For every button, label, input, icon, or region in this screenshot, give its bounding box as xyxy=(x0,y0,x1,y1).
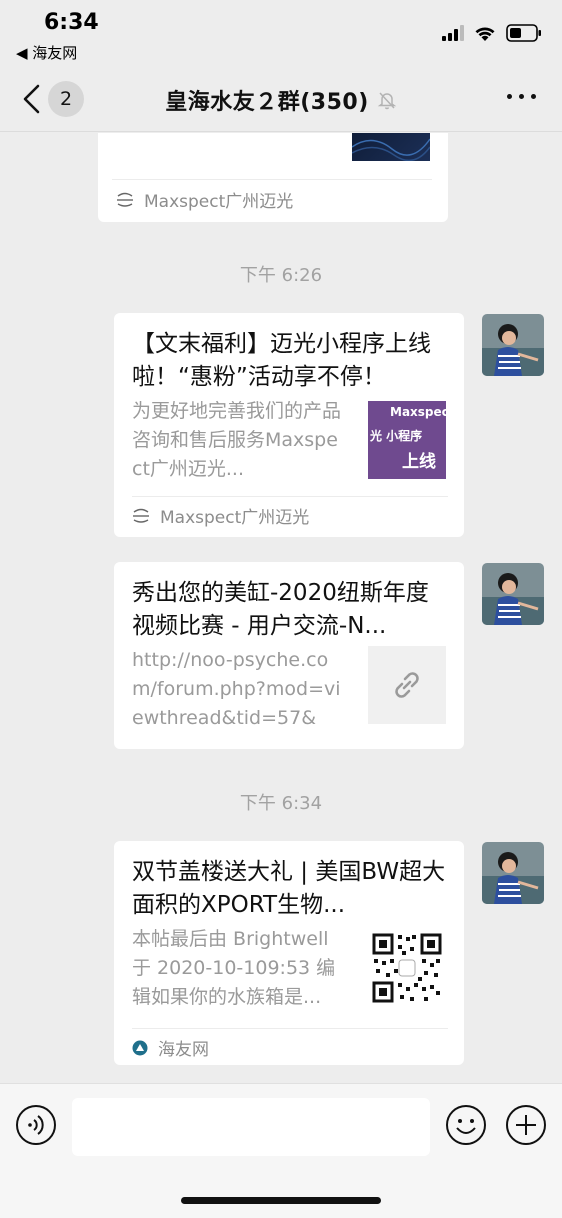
article-title: 【文末福利】迈光小程序上线啦！“惠粉”活动享不停！ xyxy=(132,331,431,390)
article-source-name: 海友网 xyxy=(158,1040,209,1060)
article-source: 海友网 xyxy=(132,1035,209,1060)
article-thumbnail xyxy=(352,133,430,161)
article-card-partial[interactable]: Maxspect广州迈光 xyxy=(98,133,448,222)
article-source-name: Maxspect广州迈光 xyxy=(160,508,310,528)
status-time: 6:34 xyxy=(44,10,99,35)
card-divider xyxy=(112,179,432,180)
add-more-icon[interactable] xyxy=(505,1104,547,1146)
thumbnail-text-line: 光 小程序 xyxy=(370,429,423,443)
article-thumbnail: Maxspec 光 小程序 上线 xyxy=(368,401,446,479)
voice-input-icon[interactable] xyxy=(15,1104,57,1146)
article-card[interactable]: 双节盖楼送大礼 | 美国BW超大面积的XPORT生物... 本帖最后由 Brig… xyxy=(114,841,464,1065)
avatar[interactable] xyxy=(482,563,544,625)
card-divider xyxy=(132,1028,448,1029)
avatar[interactable] xyxy=(482,842,544,904)
link-chain-icon xyxy=(395,672,419,698)
message-timestamp: 下午 6:26 xyxy=(239,265,323,286)
article-title: 双节盖楼送大礼 | 美国BW超大面积的XPORT生物... xyxy=(132,859,446,918)
chat-title-row: 皇海水友２群(350) xyxy=(0,84,562,116)
link-card[interactable]: 秀出您的美缸-2020纽斯年度视频比赛 - 用户交流-N... http://n… xyxy=(114,562,464,749)
link-title: 秀出您的美缸-2020纽斯年度视频比赛 - 用户交流-N... xyxy=(132,580,429,639)
article-desc: 为更好地完善我们的产品咨询和售后服务Maxspect广州迈光... xyxy=(132,400,342,480)
home-indicator[interactable] xyxy=(181,1197,381,1204)
message-timestamp: 下午 6:34 xyxy=(239,793,323,814)
more-icon[interactable] xyxy=(507,94,536,99)
maxspect-logo-icon xyxy=(133,508,149,523)
article-desc: 本帖最后由 Brightwell 于 2020-10-109:53 编辑如果你的… xyxy=(132,928,336,1008)
article-source: Maxspect广州迈光 xyxy=(132,503,309,528)
card-divider xyxy=(132,496,448,497)
chat-title: 皇海水友２群(350) xyxy=(165,90,369,115)
message-input[interactable] xyxy=(72,1098,430,1156)
avatar[interactable] xyxy=(482,314,544,376)
site-logo-icon xyxy=(132,1040,148,1055)
article-source-name: Maxspect广州迈光 xyxy=(144,192,294,212)
article-card[interactable]: 【文末福利】迈光小程序上线啦！“惠粉”活动享不停！ 为更好地完善我们的产品咨询和… xyxy=(114,313,464,537)
status-back-to-app-link[interactable]: ◀ 海友网 xyxy=(16,42,77,63)
thumbnail-text-line: 上线 xyxy=(402,452,436,472)
wifi-icon xyxy=(475,26,495,41)
qr-code-icon xyxy=(372,933,442,1003)
chat-message-list: Maxspect广州迈光 下午 6:26 【文末福利】迈光小程序上线啦！“惠粉”… xyxy=(0,133,562,1083)
maxspect-logo-icon xyxy=(117,192,133,207)
chat-nav-bar: 2 皇海水友２群(350) xyxy=(0,66,562,132)
status-bar: 6:34 ◀ 海友网 xyxy=(0,0,562,66)
status-icons xyxy=(442,24,542,42)
emoji-icon[interactable] xyxy=(445,1104,487,1146)
mute-bell-icon xyxy=(377,92,397,110)
cellular-signal-icon xyxy=(442,25,464,41)
article-source: Maxspect广州迈光 xyxy=(116,187,293,212)
qr-code-thumbnail xyxy=(368,929,446,1007)
link-url: http://noo-psyche.com/forum.php?mod=view… xyxy=(132,649,341,729)
link-thumbnail xyxy=(368,646,446,724)
thumbnail-text-line: Maxspec xyxy=(390,405,446,419)
battery-icon xyxy=(506,24,541,42)
